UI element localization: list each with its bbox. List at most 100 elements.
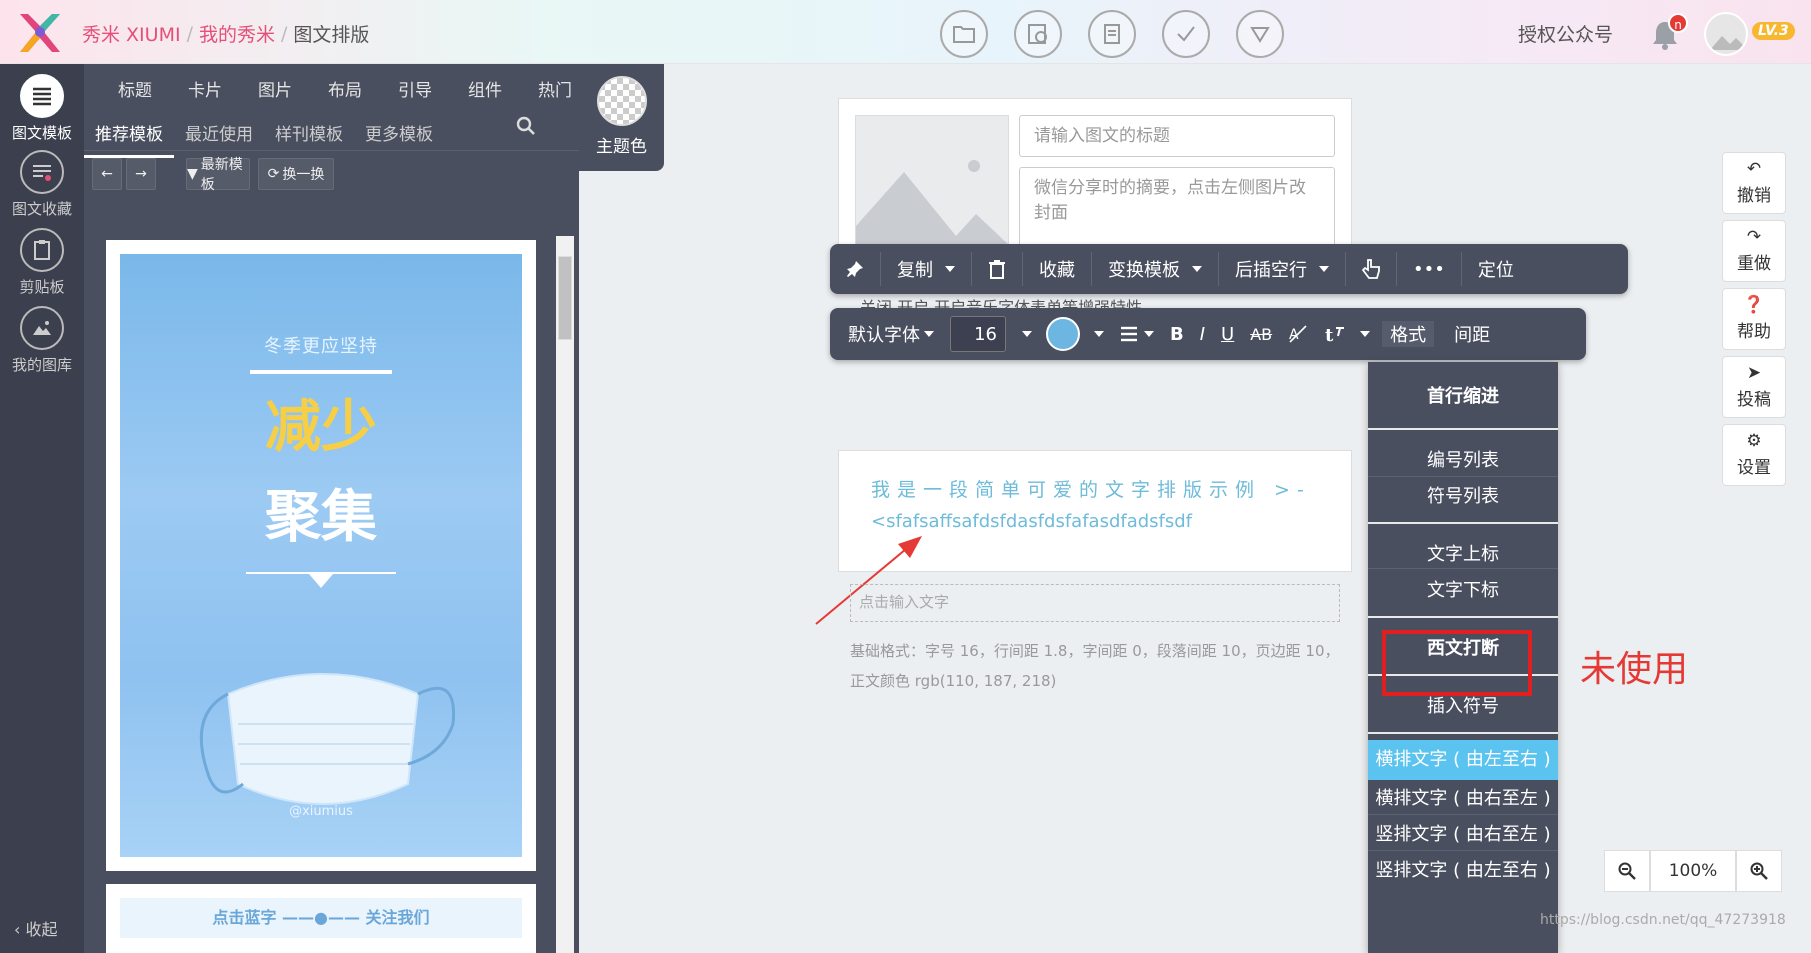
- category-guide[interactable]: 引导: [380, 76, 450, 101]
- check-icon[interactable]: [1162, 10, 1210, 58]
- shuffle-button[interactable]: ⟳ 换一换: [258, 158, 334, 190]
- settings-button[interactable]: ⚙ 设置: [1722, 424, 1786, 486]
- scrollbar-thumb[interactable]: [558, 256, 572, 340]
- next-button[interactable]: →: [126, 158, 156, 190]
- copy-button[interactable]: 复制: [881, 252, 972, 286]
- bold-button[interactable]: B: [1162, 324, 1192, 345]
- chevron-left-icon: ‹: [14, 920, 21, 939]
- menu-item-first-line-indent[interactable]: 首行缩进: [1368, 382, 1558, 408]
- redo-button[interactable]: ↷ 重做: [1722, 220, 1786, 282]
- transparent-swatch-icon: [596, 76, 647, 126]
- insert-blank-button[interactable]: 后插空行: [1219, 252, 1346, 286]
- tab-recommended[interactable]: 推荐模板: [84, 114, 174, 158]
- menu-item-superscript[interactable]: 文字上标: [1368, 540, 1558, 566]
- xiumi-logo[interactable]: [14, 10, 66, 56]
- category-component[interactable]: 组件: [450, 76, 520, 101]
- submit-button[interactable]: ➤ 投稿: [1722, 356, 1786, 418]
- rail-label: 图文模板: [11, 124, 72, 142]
- menu-item-subscript[interactable]: 文字下标: [1368, 576, 1558, 602]
- menu-item-bullet-list[interactable]: 符号列表: [1368, 482, 1558, 508]
- menu-item-horizontal-ltr[interactable]: 横排文字 ( 由左至右 ): [1368, 740, 1558, 780]
- rail-item-gallery[interactable]: 我的图库: [0, 306, 84, 375]
- align-button[interactable]: [1112, 326, 1162, 342]
- sample-text-line-2: <sfafsaffsafdsfdasfdsfafasdfadsfsdf: [871, 511, 1193, 532]
- format-menu-button[interactable]: 格式: [1382, 321, 1435, 347]
- underline-button[interactable]: U: [1213, 324, 1242, 345]
- clipboard-icon: [20, 228, 64, 272]
- pin-button[interactable]: [830, 252, 881, 286]
- clear-format-button[interactable]: A: [1280, 325, 1316, 343]
- template-subtabs: 推荐模板 最近使用 样刊模板 更多模板: [84, 114, 444, 158]
- text-color-swatch[interactable]: [1046, 317, 1080, 351]
- italic-button[interactable]: I: [1192, 324, 1213, 345]
- template-preview-poster[interactable]: 冬季更应坚持 减少 聚集 @xiumius: [106, 240, 536, 871]
- strikethrough-button[interactable]: AB: [1242, 325, 1280, 344]
- authorize-account-link[interactable]: 授权公众号: [1518, 20, 1613, 47]
- zoom-out-button[interactable]: [1604, 850, 1650, 892]
- menu-divider: [1368, 522, 1558, 524]
- text-color-dropdown[interactable]: [1086, 331, 1112, 337]
- avatar[interactable]: [1704, 12, 1748, 56]
- search-icon[interactable]: [516, 116, 536, 141]
- theme-color-label: 主题色: [596, 137, 647, 157]
- menu-item-vertical-ltr[interactable]: 竖排文字 ( 由左至右 ): [1368, 856, 1558, 882]
- font-family-select[interactable]: 默认字体: [840, 321, 942, 347]
- text-input-area[interactable]: 点击输入文字: [850, 584, 1340, 622]
- category-image[interactable]: 图片: [240, 76, 310, 101]
- tab-samples[interactable]: 样刊模板: [264, 114, 354, 158]
- caret-down-icon[interactable]: [945, 266, 955, 272]
- category-card[interactable]: 卡片: [170, 76, 240, 101]
- template-preview-follow[interactable]: 点击蓝字 ——●—— 关注我们: [106, 884, 536, 953]
- tab-recent[interactable]: 最近使用: [174, 114, 264, 158]
- help-button[interactable]: ❓ 帮助: [1722, 288, 1786, 350]
- rail-item-article-template[interactable]: 图文模板: [0, 74, 84, 143]
- font-size-dropdown[interactable]: [1014, 331, 1040, 337]
- delete-button[interactable]: [972, 252, 1023, 286]
- spacing-button[interactable]: 间距: [1446, 321, 1498, 347]
- refresh-icon: ⟳: [267, 166, 280, 182]
- cover-image-placeholder[interactable]: [855, 115, 1009, 254]
- redo-label: 重做: [1737, 254, 1771, 274]
- panel-scrollbar[interactable]: [556, 236, 574, 953]
- menu-item-vertical-rtl[interactable]: 竖排文字 ( 由右至左 ): [1368, 820, 1558, 846]
- more-button[interactable]: •••: [1397, 252, 1462, 286]
- caret-down-icon[interactable]: [1192, 266, 1202, 272]
- category-layout[interactable]: 布局: [310, 76, 380, 101]
- follow-banner: 点击蓝字 ——●—— 关注我们: [120, 898, 522, 938]
- font-size-input[interactable]: 16: [950, 316, 1006, 352]
- select-parent-button[interactable]: [1346, 252, 1397, 286]
- download-icon[interactable]: [1236, 10, 1284, 58]
- print-icon[interactable]: [1088, 10, 1136, 58]
- tab-more[interactable]: 更多模板: [354, 114, 444, 158]
- highlight-box: [1382, 630, 1532, 696]
- rail-item-favorites[interactable]: 图文收藏: [0, 150, 84, 219]
- collect-button[interactable]: 收藏: [1023, 252, 1092, 286]
- menu-divider: [1368, 850, 1558, 851]
- breadcrumb-my-xiumi[interactable]: 我的秀米: [199, 20, 275, 47]
- menu-item-horizontal-rtl[interactable]: 横排文字 ( 由右至左 ): [1368, 784, 1558, 810]
- text-effect-button[interactable]: t: [1316, 324, 1378, 344]
- rail-label: 我的图库: [11, 356, 72, 374]
- album-icon[interactable]: [1014, 10, 1062, 58]
- menu-item-numbered-list[interactable]: 编号列表: [1368, 446, 1558, 472]
- prev-button[interactable]: ←: [92, 158, 122, 190]
- theme-color-button[interactable]: 主题色: [579, 64, 664, 171]
- breadcrumb: 秀米 XIUMI / 我的秀米 / 图文排版: [82, 20, 369, 47]
- category-title[interactable]: 标题: [100, 76, 170, 101]
- basic-format-info: 基础格式：字号 16，行间距 1.8，字间距 0，段落间距 10，页边距 10，…: [850, 642, 1340, 690]
- zoom-out-icon: [1618, 862, 1636, 880]
- title-input[interactable]: 请输入图文的标题: [1019, 115, 1335, 157]
- undo-button[interactable]: ↶ 撤销: [1722, 152, 1786, 214]
- breadcrumb-home[interactable]: 秀米 XIUMI: [82, 20, 181, 47]
- caret-down-icon: [1360, 331, 1371, 337]
- gallery-icon: [20, 306, 64, 350]
- collapse-button[interactable]: ‹ 收起: [14, 916, 58, 940]
- rail-item-clipboard[interactable]: 剪贴板: [0, 228, 84, 297]
- caret-down-icon[interactable]: [1319, 266, 1329, 272]
- newest-filter-button[interactable]: ▼ 最新模板: [186, 157, 250, 193]
- text-toolbar: 默认字体 16 B I U AB A t 格式 间距: [830, 308, 1586, 360]
- swap-template-button[interactable]: 变换模板: [1092, 252, 1219, 286]
- folder-icon[interactable]: [940, 10, 988, 58]
- locate-button[interactable]: 定位: [1462, 252, 1530, 286]
- zoom-in-button[interactable]: [1736, 850, 1782, 892]
